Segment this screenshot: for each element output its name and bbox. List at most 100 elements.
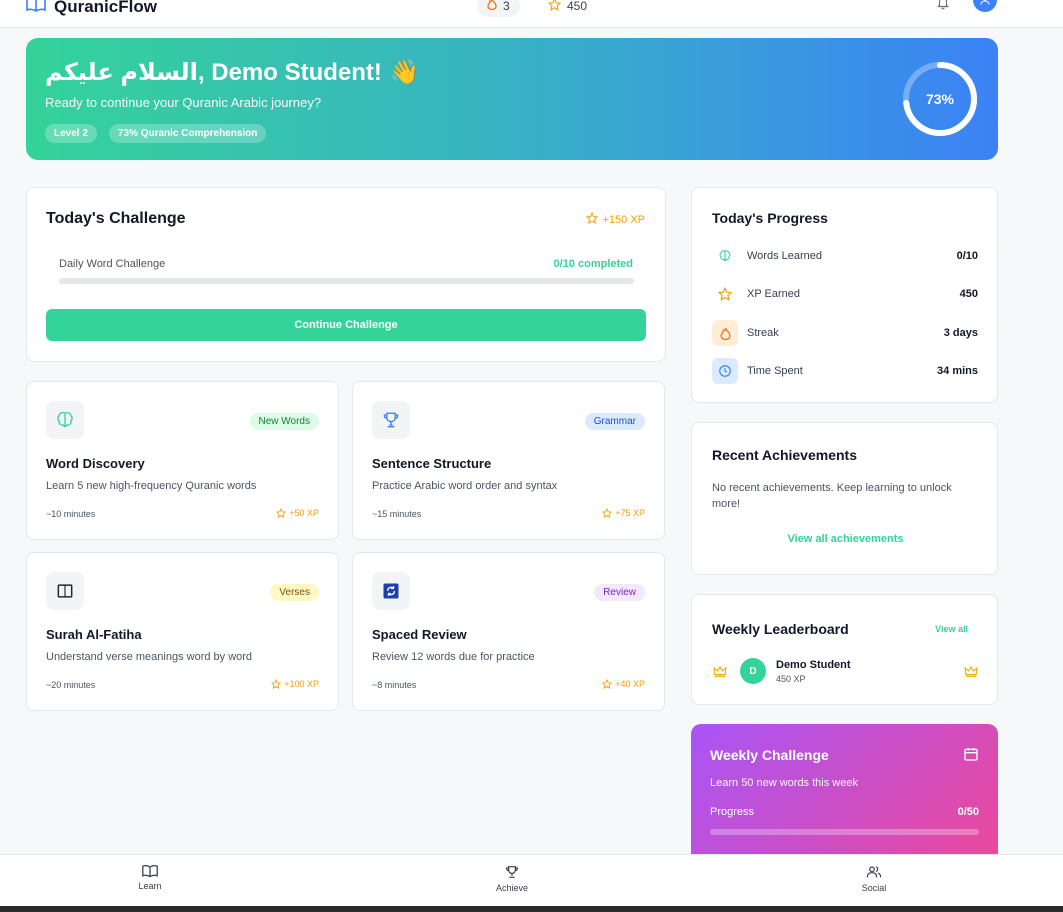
crown-icon <box>964 664 978 682</box>
flame-icon <box>712 320 738 346</box>
trophy-icon <box>372 401 410 439</box>
progress-label: Words Learned <box>747 250 823 262</box>
weekly-challenge-title: Weekly Challenge <box>710 747 829 763</box>
comprehension-percent: 73% <box>925 91 955 107</box>
activity-duration: ~15 minutes <box>372 509 422 519</box>
bell-icon[interactable] <box>936 0 950 15</box>
progress-row-xp: XP Earned 450 <box>712 281 978 307</box>
weekly-progress-bar <box>710 829 979 835</box>
challenge-progress-text: 0/10 completed <box>553 258 633 270</box>
activity-description: Review 12 words due for practice <box>372 651 535 663</box>
nav-learn-label: Learn <box>138 881 162 891</box>
star-icon <box>586 211 599 227</box>
activity-xp: +75 XP <box>602 508 645 518</box>
progress-label: Streak <box>747 327 779 339</box>
progress-value: 0/10 <box>956 250 978 262</box>
brain-icon <box>46 401 84 439</box>
activity-card-surah-al-fatiha[interactable]: Verses Surah Al-Fatiha Understand verse … <box>26 552 339 711</box>
weekly-challenge-description: Learn 50 new words this week <box>710 777 858 789</box>
activity-card-sentence-structure[interactable]: Grammar Sentence Structure Practice Arab… <box>352 381 665 540</box>
nav-social[interactable]: Social <box>834 864 914 893</box>
activity-xp-text: +75 XP <box>615 508 645 518</box>
progress-value: 34 mins <box>937 365 978 377</box>
progress-title: Today's Progress <box>712 210 828 226</box>
nav-achieve-label: Achieve <box>495 883 529 893</box>
crown-icon <box>713 664 727 682</box>
refresh-icon <box>372 572 410 610</box>
bottom-edge <box>0 906 1063 912</box>
achievements-title: Recent Achievements <box>712 447 857 463</box>
star-icon <box>602 508 613 518</box>
users-icon <box>866 866 882 878</box>
trophy-icon <box>506 866 518 878</box>
waving-hand-icon: 👋 <box>389 59 420 86</box>
activity-description: Practice Arabic word order and syntax <box>372 480 558 492</box>
activity-xp-text: +40 XP <box>615 679 645 689</box>
star-icon <box>276 508 287 518</box>
activity-description: Learn 5 new high-frequency Quranic words <box>46 480 257 492</box>
user-avatar[interactable] <box>973 0 997 12</box>
challenge-xp: +150 XP <box>586 211 645 227</box>
activity-title: Surah Al-Fatiha <box>46 627 142 642</box>
recent-achievements-card: Recent Achievements No recent achievemen… <box>691 422 998 575</box>
weekly-progress-label: Progress <box>710 806 755 818</box>
star-icon <box>602 679 613 689</box>
flame-icon <box>487 0 497 13</box>
nav-learn[interactable]: Learn <box>110 864 190 891</box>
progress-label: Time Spent <box>747 365 803 377</box>
activity-xp-text: +50 XP <box>289 508 319 518</box>
streak-counter[interactable]: 3 <box>477 0 520 17</box>
challenge-progress-bar <box>59 278 634 284</box>
greeting-text: السلام عليكم, Demo Student! <box>45 59 382 86</box>
view-all-achievements-link[interactable]: View all achievements <box>692 533 999 545</box>
progress-row-words: Words Learned 0/10 <box>712 243 978 269</box>
activity-duration: ~20 minutes <box>46 680 96 690</box>
todays-progress-card: Today's Progress Words Learned 0/10 XP E… <box>691 187 998 403</box>
challenge-xp-text: +150 XP <box>602 213 645 226</box>
activity-badge: New Words <box>249 413 319 430</box>
comprehension-ring: 73% <box>901 60 979 138</box>
progress-value: 3 days <box>943 327 978 339</box>
top-bar: QuranicFlow 3 450 <box>0 0 1063 28</box>
leaderboard-row[interactable]: D Demo Student 450 XP <box>712 656 980 686</box>
challenge-title: Today's Challenge <box>46 210 186 227</box>
leaderboard-name: Demo Student <box>776 659 851 671</box>
activity-duration: ~8 minutes <box>372 680 417 690</box>
activity-card-spaced-review[interactable]: Review Spaced Review Review 12 words due… <box>352 552 665 711</box>
book-open-icon <box>142 865 158 878</box>
nav-social-label: Social <box>861 883 887 893</box>
activity-card-word-discovery[interactable]: New Words Word Discovery Learn 5 new hig… <box>26 381 339 540</box>
continue-challenge-button[interactable]: Continue Challenge <box>46 309 646 341</box>
progress-row-time: Time Spent 34 mins <box>712 358 978 384</box>
streak-count: 3 <box>503 0 510 13</box>
weekly-progress-value: 0/50 <box>957 806 979 818</box>
leaderboard-view-all-link[interactable]: View all <box>935 624 968 634</box>
nav-achieve[interactable]: Achieve <box>472 864 552 893</box>
activity-xp: +50 XP <box>276 508 319 518</box>
activity-title: Sentence Structure <box>372 456 492 471</box>
activity-badge: Verses <box>270 584 319 601</box>
progress-label: XP Earned <box>747 288 801 300</box>
level-chip: Level 2 <box>45 124 97 143</box>
progress-value: 450 <box>959 288 978 300</box>
calendar-icon <box>963 746 979 767</box>
brand-title: QuranicFlow <box>54 0 157 16</box>
book-icon <box>46 572 84 610</box>
welcome-greeting: السلام عليكم, Demo Student! 👋 <box>45 58 420 87</box>
activity-title: Spaced Review <box>372 627 467 642</box>
leaderboard-xp: 450 XP <box>776 674 806 684</box>
leaderboard-avatar: D <box>740 658 766 684</box>
hero-chips: Level 2 73% Quranic Comprehension <box>45 124 267 143</box>
star-icon <box>271 679 282 689</box>
welcome-banner: السلام عليكم, Demo Student! 👋 Ready to c… <box>26 38 998 160</box>
comprehension-chip: 73% Quranic Comprehension <box>108 124 267 143</box>
book-open-icon <box>26 0 46 17</box>
todays-challenge-card: Today's Challenge +150 XP Daily Word Cha… <box>26 187 666 362</box>
brand[interactable]: QuranicFlow <box>26 0 157 17</box>
activity-description: Understand verse meanings word by word <box>46 651 253 663</box>
bottom-nav: Learn Achieve Social <box>0 854 1063 906</box>
activity-duration: ~10 minutes <box>46 509 96 519</box>
clock-icon <box>712 358 738 384</box>
xp-counter[interactable]: 450 <box>547 0 587 18</box>
activity-xp: +40 XP <box>602 679 645 689</box>
